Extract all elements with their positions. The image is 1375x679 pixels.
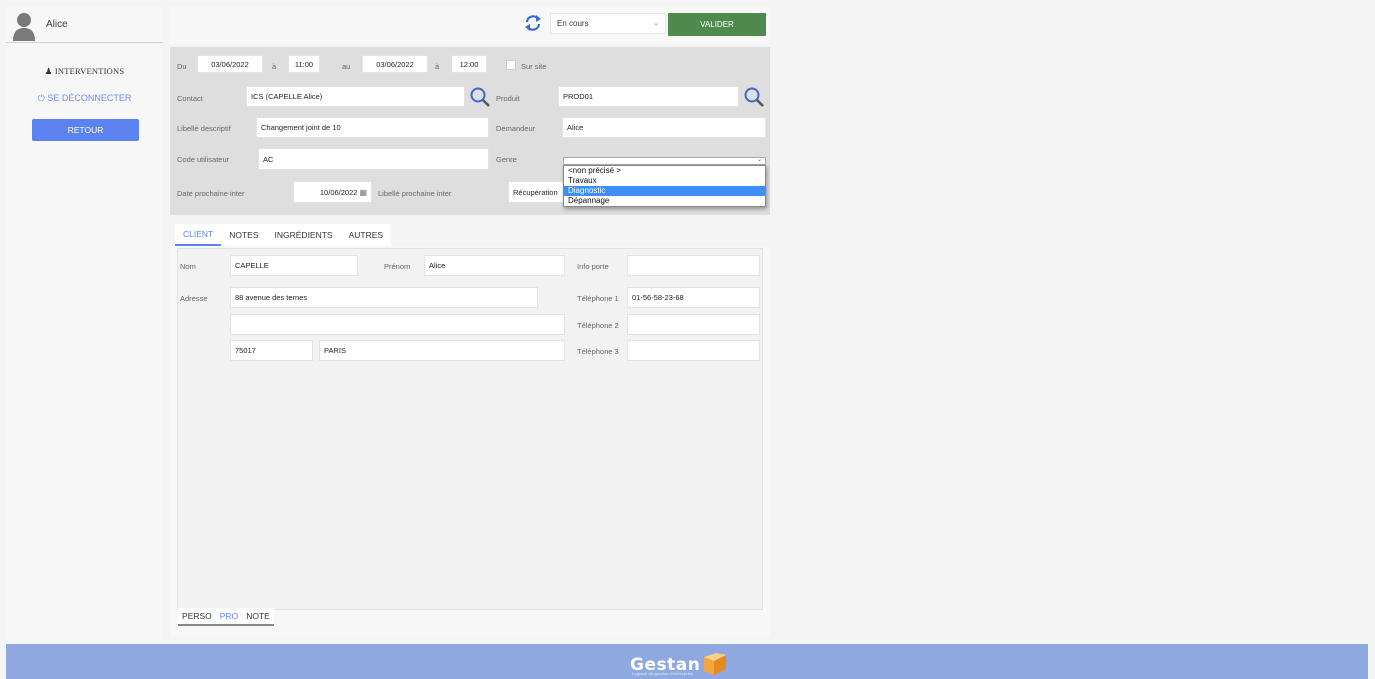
nav-interventions-label: INTERVENTIONS	[54, 66, 125, 76]
validate-button[interactable]: VALIDER	[668, 13, 766, 36]
genre-option[interactable]: <non précisé >	[564, 166, 765, 176]
contact-input[interactable]: ICS (CAPELLE Alice)	[246, 86, 465, 107]
genre-label: Genre	[496, 155, 517, 164]
user-avatar-icon	[13, 13, 35, 41]
user-code-label: Code utilisateur	[177, 155, 230, 164]
nav-interventions[interactable]: ♟ INTERVENTIONS	[6, 66, 163, 77]
requester-input[interactable]: Alice	[562, 117, 766, 138]
on-site-checkbox[interactable]	[506, 60, 516, 70]
description-input[interactable]: Changement joint de 10	[256, 117, 489, 138]
description-label: Libellé descriptif	[177, 124, 231, 133]
tab-perso[interactable]: PERSO	[178, 608, 216, 624]
status-select[interactable]: En cours ⌄	[550, 13, 666, 34]
calendar-icon[interactable]: ▦	[359, 188, 367, 197]
tab-notes[interactable]: NOTES	[221, 224, 267, 246]
tab-bar: CLIENT NOTES INGRÉDIENTS AUTRES	[175, 224, 392, 246]
door-info-label: Info porte	[577, 262, 609, 271]
product-label: Produit	[496, 94, 520, 103]
phone1-label: Téléphone 1	[577, 294, 619, 303]
from-time-input[interactable]: 11:00	[288, 55, 320, 73]
phone3-label: Téléphone 3	[577, 347, 619, 356]
logout-link[interactable]: ⏻ SE DÉCONNECTER	[6, 93, 163, 104]
genre-option[interactable]: Dépannage	[564, 196, 765, 206]
refresh-icon[interactable]	[524, 14, 542, 32]
search-icon[interactable]	[743, 86, 765, 108]
next-label-label: Libellé prochaine inter	[378, 189, 452, 198]
to-date-input[interactable]: 03/06/2022	[362, 55, 428, 73]
logo-subtitle: Logiciel de gestion d'entreprise	[632, 671, 694, 676]
client-name-label: Nom	[180, 262, 196, 271]
logout-label: SE DÉCONNECTER	[47, 93, 132, 103]
from-date-input[interactable]: 03/06/2022	[197, 55, 263, 73]
user-code-input[interactable]: AC	[258, 148, 489, 170]
client-name-input[interactable]: CAPELLE	[230, 255, 358, 276]
next-date-value: 10/06/2022	[319, 187, 358, 197]
sidebar: Alice ♟ INTERVENTIONS ⏻ SE DÉCONNECTER R…	[6, 6, 163, 640]
sidebar-divider	[6, 42, 163, 43]
phone2-label: Téléphone 2	[577, 321, 619, 330]
address-line2-input[interactable]	[230, 314, 565, 335]
city-input[interactable]: PARIS	[319, 340, 565, 361]
requester-label: Demandeur	[496, 124, 536, 133]
tab-ingredients[interactable]: INGRÉDIENTS	[266, 224, 341, 246]
on-site-label: Sur site	[521, 62, 547, 71]
user-name: Alice	[46, 19, 68, 30]
contact-label: Contact	[177, 94, 203, 103]
chevron-down-icon: ⌄	[653, 20, 659, 27]
at-label-2: à	[435, 62, 440, 71]
power-icon: ⏻	[37, 93, 45, 103]
client-firstname-input[interactable]: Alice	[424, 255, 565, 276]
genre-option[interactable]: Travaux	[564, 176, 765, 186]
door-info-input[interactable]	[627, 255, 760, 276]
search-icon[interactable]	[469, 86, 491, 108]
to-time-input[interactable]: 12:00	[451, 55, 487, 73]
address-label: Adresse	[180, 294, 208, 303]
from-label: Du	[177, 62, 187, 71]
tab-client[interactable]: CLIENT	[175, 224, 222, 246]
to-label: au	[342, 62, 351, 71]
genre-options-list: <non précisé > Travaux Diagnostic Dépann…	[563, 165, 766, 207]
next-date-input[interactable]: 10/06/2022 ▦	[293, 181, 372, 203]
phone2-input[interactable]	[627, 314, 760, 335]
tab-note[interactable]: NOTE	[242, 608, 274, 624]
top-bar: En cours ⌄ VALIDER	[170, 6, 770, 44]
contact-type-tabs: PERSO PRO NOTE	[178, 608, 274, 626]
product-input[interactable]: PROD01	[558, 86, 739, 107]
client-firstname-label: Prénom	[384, 262, 411, 271]
genre-select-box[interactable]: ⌄	[563, 157, 766, 165]
phone1-input[interactable]: 01-56-58-23-68	[627, 287, 760, 308]
tab-autres[interactable]: AUTRES	[340, 224, 392, 246]
status-value: En cours	[557, 19, 589, 28]
next-date-label: Date prochaine inter	[177, 189, 245, 198]
chevron-down-icon: ⌄	[756, 157, 762, 163]
back-button[interactable]: RETOUR	[32, 119, 139, 141]
zip-input[interactable]: 75017	[230, 340, 313, 361]
genre-select[interactable]: ⌄ <non précisé > Travaux Diagnostic Dépa…	[563, 157, 766, 213]
logo-box-icon	[704, 653, 727, 675]
next-label-input[interactable]: Récupération	[508, 181, 568, 203]
at-label-1: à	[272, 62, 277, 71]
user-icon: ♟	[44, 66, 53, 76]
address-line1-input[interactable]: 88 avenue des ternes	[230, 287, 538, 308]
tab-pro[interactable]: PRO	[216, 608, 242, 624]
genre-option-selected[interactable]: Diagnostic	[564, 186, 765, 196]
phone3-input[interactable]	[627, 340, 760, 361]
